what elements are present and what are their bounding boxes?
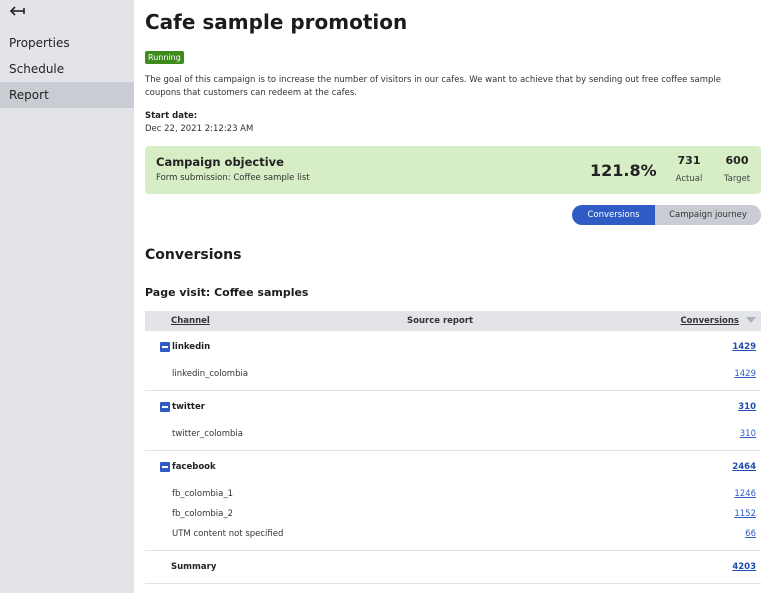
collapse-icon[interactable] [160,462,170,472]
table-row: fb_colombia_1 1246 [145,484,761,504]
conversions-table: Channel Source report Conversions linked… [145,311,761,584]
status-badge: Running [145,51,184,64]
channel-total[interactable]: 310 [738,397,756,417]
objective-subtitle: Form submission: Coffee sample list [156,173,310,183]
sidebar: Properties Schedule Report [0,0,134,593]
sidebar-item-report[interactable]: Report [0,82,134,108]
campaign-objective-card: Campaign objective Form submission: Coff… [145,146,761,194]
column-header-source: Source report [407,316,474,326]
main-content: Cafe sample promotion Running The goal o… [145,0,761,593]
row-divider [145,450,761,451]
table-row: twitter 310 [145,397,761,417]
objective-percent: 121.8% [590,161,657,180]
channel-name: linkedin [172,342,211,352]
summary-total[interactable]: 4203 [732,557,756,577]
channel-name: twitter [172,402,205,412]
objective-title: Campaign objective [156,155,284,169]
tab-conversions[interactable]: Conversions [572,205,655,225]
column-header-channel[interactable]: Channel [171,311,210,331]
channel-total[interactable]: 2464 [732,457,756,477]
campaign-description: The goal of this campaign is to increase… [145,75,722,98]
row-divider [145,390,761,391]
table-row: linkedin_colombia 1429 [145,364,761,384]
objective-actual-value: 731 [677,154,701,167]
view-toggle: Conversions Campaign journey [572,205,761,225]
collapse-icon[interactable] [160,402,170,412]
source-name: fb_colombia_2 [172,509,233,519]
source-value[interactable]: 66 [745,524,756,544]
summary-label: Summary [171,562,217,572]
back-arrow-icon[interactable] [8,2,28,20]
sidebar-nav: Properties Schedule Report [0,30,134,108]
table-row: fb_colombia_2 1152 [145,504,761,524]
source-name: twitter_colombia [172,429,243,439]
section-title: Conversions [145,247,242,263]
start-date-value: Dec 22, 2021 2:12:23 AM [145,124,254,134]
report-subtitle: Page visit: Coffee samples [145,286,309,299]
sidebar-item-properties[interactable]: Properties [0,30,134,56]
source-value[interactable]: 310 [740,424,756,444]
page-title: Cafe sample promotion [145,10,408,34]
row-divider [145,583,761,584]
table-row: facebook 2464 [145,457,761,477]
start-date-label: Start date: [145,111,198,121]
source-value[interactable]: 1246 [734,484,756,504]
sort-descending-icon[interactable] [746,317,756,323]
channel-total[interactable]: 1429 [732,337,756,357]
source-value[interactable]: 1152 [734,504,756,524]
table-row: UTM content not specified 66 [145,524,761,544]
summary-row: Summary 4203 [145,557,761,577]
objective-target-label: Target [723,174,751,184]
objective-actual-label: Actual [675,174,703,184]
collapse-icon[interactable] [160,342,170,352]
source-value[interactable]: 1429 [734,364,756,384]
source-name: UTM content not specified [172,529,284,539]
source-name: fb_colombia_1 [172,489,233,499]
objective-target-value: 600 [725,154,749,167]
channel-name: facebook [172,462,216,472]
row-divider [145,550,761,551]
tab-campaign-journey[interactable]: Campaign journey [655,205,761,225]
table-header: Channel Source report Conversions [145,311,761,331]
source-name: linkedin_colombia [172,369,249,379]
column-header-conversions[interactable]: Conversions [680,311,739,331]
table-row: linkedin 1429 [145,337,761,357]
table-row: twitter_colombia 310 [145,424,761,444]
sidebar-item-schedule[interactable]: Schedule [0,56,134,82]
